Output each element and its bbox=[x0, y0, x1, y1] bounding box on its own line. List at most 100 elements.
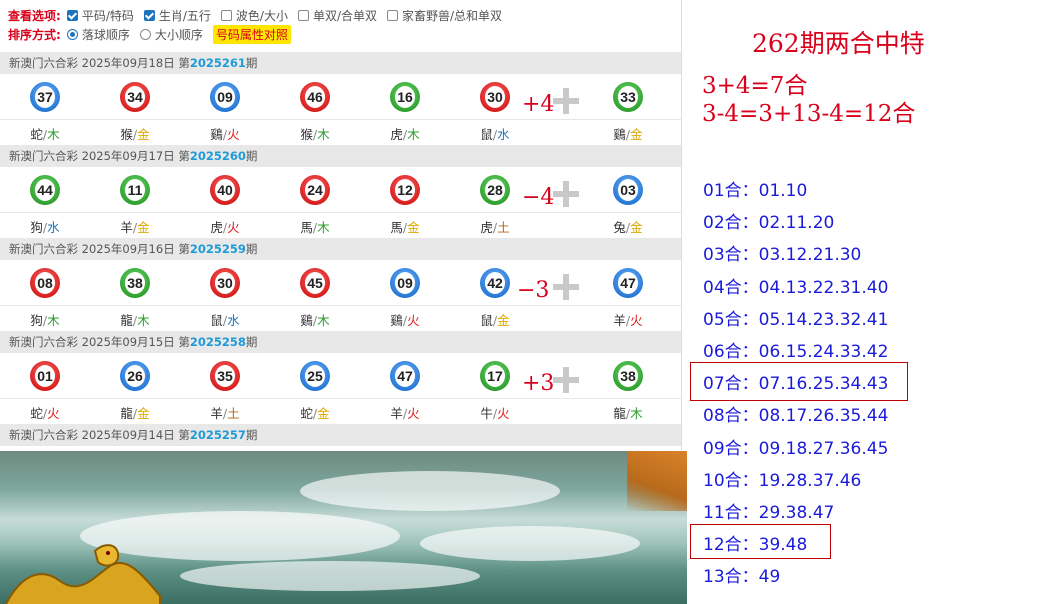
draw-suffix: 期 bbox=[245, 56, 258, 70]
element: 金 bbox=[407, 220, 420, 235]
prediction-panel: 262期两合中特 3+4=7合 3-4=3+13-4=12合 01合：01.10… bbox=[690, 0, 1058, 604]
lottery-ball: 25 bbox=[300, 361, 330, 391]
he-group-10: 10合：19.28.37.46 bbox=[703, 470, 862, 491]
ball-cell: 46 猴/木 bbox=[285, 74, 345, 146]
zodiac: 狗 bbox=[30, 220, 43, 235]
view-option-3[interactable]: 单双/合单双 bbox=[297, 7, 377, 24]
zodiac: 猴 bbox=[120, 127, 133, 142]
draw-block: 新澳门六合彩 2025年09月17日 第2025260期 44 狗/水 11 羊/金 40… bbox=[0, 145, 681, 239]
radio-icon[interactable] bbox=[139, 28, 151, 40]
zodiac: 龍 bbox=[120, 313, 133, 328]
view-option-1[interactable]: 生肖/五行 bbox=[143, 7, 211, 24]
element: 金 bbox=[497, 313, 510, 328]
ball-number: 34 bbox=[125, 86, 145, 108]
plus-icon bbox=[553, 88, 579, 114]
zodiac-element: 馬/木 bbox=[285, 217, 345, 236]
zodiac: 猴 bbox=[300, 127, 313, 142]
element: 木 bbox=[317, 220, 330, 235]
lottery-ball: 16 bbox=[390, 82, 420, 112]
zodiac: 馬 bbox=[390, 220, 403, 235]
ball-cell: 16 虎/木 bbox=[375, 74, 435, 146]
checkbox-icon[interactable] bbox=[220, 9, 232, 21]
zodiac-element: 虎/木 bbox=[375, 124, 435, 143]
draw-header: 新澳门六合彩 2025年09月14日 第2025257期 bbox=[0, 424, 681, 446]
zodiac: 虎 bbox=[480, 220, 493, 235]
ball-number: 37 bbox=[35, 86, 55, 108]
ball-cell: 47 羊/火 bbox=[598, 260, 658, 332]
ball-cell: 24 馬/木 bbox=[285, 167, 345, 239]
view-options-label: 查看选项: bbox=[8, 8, 61, 23]
zodiac-element: 龍/木 bbox=[598, 403, 658, 422]
radio-icon[interactable] bbox=[66, 28, 78, 40]
draw-period: 2025261 bbox=[189, 56, 246, 70]
he-group-8: 08合：08.17.26.35.44 bbox=[703, 406, 889, 427]
lottery-ball: 03 bbox=[613, 175, 643, 205]
compare-attributes-button[interactable]: 号码属性对照 bbox=[212, 24, 291, 44]
zodiac: 兔 bbox=[613, 220, 626, 235]
lottery-ball: 45 bbox=[300, 268, 330, 298]
zodiac-element: 狗/水 bbox=[15, 217, 75, 236]
ball-row: 01 蛇/火 26 龍/金 35 羊/土 25 蛇/金 47 羊/火 17 牛/火 38 龍/木 +3 bbox=[0, 353, 681, 425]
element: 木 bbox=[317, 127, 330, 142]
draw-date: 新澳门六合彩 2025年09月18日 第 bbox=[9, 56, 190, 70]
sort-option-1[interactable]: 大小顺序 bbox=[139, 26, 203, 43]
view-option-2[interactable]: 波色/大小 bbox=[220, 7, 288, 24]
element: 金 bbox=[317, 406, 330, 421]
element: 火 bbox=[227, 127, 240, 142]
draw-delta: −3 bbox=[517, 278, 550, 303]
view-option-4[interactable]: 家畜野兽/总和单双 bbox=[387, 7, 502, 24]
zodiac-element: 猴/木 bbox=[285, 124, 345, 143]
he-group-11: 11合：29.38.47 bbox=[703, 503, 835, 523]
draw-suffix: 期 bbox=[245, 428, 258, 442]
checkbox-icon[interactable] bbox=[387, 9, 398, 21]
he-group-6: 06合：06.15.24.33.42 bbox=[703, 342, 889, 362]
lottery-ball: 38 bbox=[120, 268, 150, 298]
zodiac: 羊 bbox=[390, 406, 403, 421]
element: 木 bbox=[137, 313, 150, 328]
ball-row: 08 狗/木 38 龍/木 30 鼠/水 45 鷄/木 09 鷄/火 42 鼠/金 47 羊/火 −3 bbox=[0, 260, 681, 332]
ball-cell: 33 鷄/金 bbox=[598, 74, 658, 146]
ball-number: 12 bbox=[395, 179, 415, 201]
draw-header: 新澳门六合彩 2025年09月18日 第2025261期 bbox=[0, 52, 681, 74]
zodiac-element: 蛇/金 bbox=[285, 403, 345, 422]
lottery-ball: 47 bbox=[390, 361, 420, 391]
lottery-ball: 40 bbox=[210, 175, 240, 205]
zodiac-element: 猴/金 bbox=[105, 124, 165, 143]
zodiac-element: 鼠/水 bbox=[465, 124, 525, 143]
ball-cell: 08 狗/木 bbox=[15, 260, 75, 332]
zodiac: 虎 bbox=[390, 127, 403, 142]
checkbox-icon[interactable] bbox=[66, 9, 78, 21]
element: 火 bbox=[407, 406, 420, 421]
element: 金 bbox=[630, 127, 643, 142]
view-option-label: 单双/合单双 bbox=[312, 8, 377, 23]
zodiac-element: 鼠/水 bbox=[195, 310, 255, 329]
element: 火 bbox=[497, 406, 510, 421]
zodiac: 鷄 bbox=[300, 313, 313, 328]
lottery-ball: 30 bbox=[480, 82, 510, 112]
ball-number: 26 bbox=[125, 365, 145, 387]
he-group-1: 01合：01.10 bbox=[703, 181, 808, 201]
element: 木 bbox=[47, 127, 60, 142]
lottery-ball: 11 bbox=[120, 175, 150, 205]
lottery-ball: 26 bbox=[120, 361, 150, 391]
view-option-0[interactable]: 平码/特码 bbox=[66, 7, 134, 24]
zodiac: 鷄 bbox=[390, 313, 403, 328]
lottery-ball: 47 bbox=[613, 268, 643, 298]
zodiac-element: 鷄/木 bbox=[285, 310, 345, 329]
lottery-ball: 08 bbox=[30, 268, 60, 298]
element: 土 bbox=[227, 406, 240, 421]
ball-number: 42 bbox=[485, 272, 505, 294]
lottery-ball: 24 bbox=[300, 175, 330, 205]
zodiac: 龍 bbox=[120, 406, 133, 421]
ball-cell: 12 馬/金 bbox=[375, 167, 435, 239]
ball-number: 46 bbox=[305, 86, 325, 108]
ball-number: 33 bbox=[618, 86, 638, 108]
sort-option-0[interactable]: 落球顺序 bbox=[66, 26, 130, 43]
element: 木 bbox=[407, 127, 420, 142]
ball-cell: 03 兔/金 bbox=[598, 167, 658, 239]
checkbox-icon[interactable] bbox=[143, 9, 155, 21]
checkbox-icon[interactable] bbox=[297, 9, 309, 21]
ball-cell: 38 龍/木 bbox=[598, 353, 658, 425]
ball-cell: 35 羊/土 bbox=[195, 353, 255, 425]
zodiac-element: 虎/火 bbox=[195, 217, 255, 236]
